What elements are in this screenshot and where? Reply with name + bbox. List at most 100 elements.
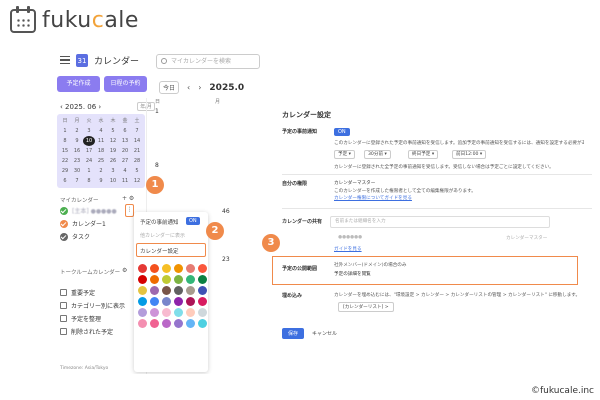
search-input[interactable]: マイカレンダーを検索 xyxy=(156,54,260,69)
mini-cal-day[interactable]: 12 xyxy=(131,176,143,186)
color-swatch[interactable] xyxy=(186,297,195,306)
mini-cal-day[interactable]: 19 xyxy=(107,146,119,156)
color-swatch[interactable] xyxy=(138,275,147,284)
checkbox-icon[interactable] xyxy=(60,219,68,228)
mini-cal-day[interactable]: 27 xyxy=(119,156,131,166)
popup-hidden-option[interactable]: 他カレンダーに表示 xyxy=(140,232,185,239)
color-swatch[interactable] xyxy=(174,319,183,328)
color-swatch[interactable] xyxy=(186,264,195,273)
color-swatch[interactable] xyxy=(162,264,171,273)
mini-cal-day[interactable]: 17 xyxy=(83,146,95,156)
visibility-scope[interactable]: 社外メンバー(ドメイン)の場合のみ xyxy=(334,262,407,268)
notify-time-select[interactable]: 30分前 ▾ xyxy=(364,150,391,159)
color-swatch[interactable] xyxy=(150,275,159,284)
color-swatch[interactable] xyxy=(150,264,159,273)
color-swatch[interactable] xyxy=(150,319,159,328)
mini-cal-day[interactable]: 5 xyxy=(107,126,119,136)
mini-cal-day[interactable]: 3 xyxy=(83,126,95,136)
mini-cal-day[interactable]: 10 xyxy=(83,136,95,146)
popup-notify-on-badge[interactable]: ON xyxy=(186,217,200,225)
mini-cal-day[interactable]: 26 xyxy=(107,156,119,166)
sidebar-bottom-item[interactable]: 削除された予定 xyxy=(60,327,113,336)
color-swatch[interactable] xyxy=(138,308,147,317)
mini-cal-day[interactable]: 23 xyxy=(71,156,83,166)
next-arrow-icon[interactable]: › xyxy=(198,83,201,92)
notify-type-select[interactable]: 予定 ▾ xyxy=(334,150,355,159)
color-swatch[interactable] xyxy=(198,264,207,273)
mini-cal-day[interactable]: 7 xyxy=(71,176,83,186)
permission-guide-link[interactable]: カレンダー権限についてガイドを見る xyxy=(334,195,412,201)
allday-time-select[interactable]: 前日12:00 ▾ xyxy=(452,150,487,159)
popup-settings-option[interactable]: カレンダー設定 xyxy=(140,247,179,255)
mini-cal-day[interactable]: 2 xyxy=(71,126,83,136)
color-swatch[interactable] xyxy=(186,275,195,284)
color-swatch[interactable] xyxy=(162,286,171,295)
mini-cal-day[interactable]: 9 xyxy=(71,136,83,146)
mini-cal-day[interactable]: 9 xyxy=(95,176,107,186)
color-swatch[interactable] xyxy=(174,308,183,317)
mini-cal-day[interactable]: 6 xyxy=(59,176,71,186)
checkbox-icon[interactable] xyxy=(60,232,68,241)
mini-cal-day[interactable]: 8 xyxy=(59,136,71,146)
mini-cal-day[interactable]: 11 xyxy=(95,136,107,146)
calendar-list-item[interactable]: カレンダー1 xyxy=(60,219,106,228)
my-calendars-tools[interactable]: + ⚙ xyxy=(122,195,134,202)
mini-cal-day[interactable]: 28 xyxy=(131,156,143,166)
schedule-appointment-button[interactable]: 日程の予約 xyxy=(104,76,147,92)
create-event-button[interactable]: 予定作成 xyxy=(57,76,100,92)
color-swatch[interactable] xyxy=(186,286,195,295)
color-swatch[interactable] xyxy=(174,275,183,284)
color-swatch[interactable] xyxy=(150,286,159,295)
mini-cal-day[interactable]: 3 xyxy=(107,166,119,176)
mini-cal-day[interactable]: 7 xyxy=(131,126,143,136)
mini-cal-day[interactable]: 6 xyxy=(119,126,131,136)
color-swatch[interactable] xyxy=(138,264,147,273)
prev-arrow-icon[interactable]: ‹ xyxy=(187,83,190,92)
color-swatch[interactable] xyxy=(186,319,195,328)
mini-cal-day[interactable]: 5 xyxy=(131,166,143,176)
color-swatch[interactable] xyxy=(162,297,171,306)
mini-cal-day[interactable]: 24 xyxy=(83,156,95,166)
mini-cal-day[interactable]: 18 xyxy=(95,146,107,156)
share-guide-link[interactable]: ガイドを見る xyxy=(334,246,362,252)
notify-on-toggle[interactable]: ON xyxy=(334,128,350,136)
sidebar-bottom-item[interactable]: 重要予定 xyxy=(60,288,95,297)
color-swatch[interactable] xyxy=(138,286,147,295)
save-button[interactable]: 保存 xyxy=(282,328,305,339)
calendar-list-item[interactable]: [主本] ●●●●● xyxy=(60,206,117,215)
popup-notify-option[interactable]: 予定の事前通知 xyxy=(140,218,179,226)
color-swatch[interactable] xyxy=(198,297,207,306)
mini-cal-day[interactable]: 29 xyxy=(59,166,71,176)
menu-icon[interactable] xyxy=(60,56,70,64)
color-swatch[interactable] xyxy=(174,264,183,273)
today-button[interactable]: 今日 xyxy=(159,81,180,94)
talkroom-calendars-tools[interactable]: ⚙ xyxy=(122,267,127,274)
mini-cal-day[interactable]: 22 xyxy=(59,156,71,166)
color-swatch[interactable] xyxy=(162,275,171,284)
color-swatch[interactable] xyxy=(186,308,195,317)
mini-cal-day[interactable]: 30 xyxy=(71,166,83,176)
mini-cal-day[interactable]: 16 xyxy=(71,146,83,156)
color-swatch[interactable] xyxy=(198,308,207,317)
mini-cal-day[interactable]: 12 xyxy=(107,136,119,146)
color-swatch[interactable] xyxy=(198,275,207,284)
sidebar-bottom-item[interactable]: 予定を整理 xyxy=(60,314,101,323)
checkbox-icon[interactable] xyxy=(60,206,68,215)
sidebar-bottom-item[interactable]: カテゴリー別に表示 xyxy=(60,301,125,310)
color-swatch[interactable] xyxy=(174,286,183,295)
mini-cal-day[interactable]: 14 xyxy=(131,136,143,146)
mini-cal-day[interactable]: 4 xyxy=(95,126,107,136)
mini-cal-day[interactable]: 2 xyxy=(95,166,107,176)
share-input[interactable]: 名前または組織名を入力 xyxy=(330,216,550,228)
color-swatch[interactable] xyxy=(162,308,171,317)
color-swatch[interactable] xyxy=(162,319,171,328)
color-swatch[interactable] xyxy=(138,319,147,328)
color-swatch[interactable] xyxy=(138,297,147,306)
visibility-detail[interactable]: 予定の詳細を閲覧 xyxy=(334,271,371,277)
cancel-button[interactable]: キャンセル xyxy=(312,330,337,337)
more-options-button[interactable]: ⋮ xyxy=(125,204,134,217)
mini-cal-day[interactable]: 15 xyxy=(59,146,71,156)
mini-cal-day[interactable]: 11 xyxy=(119,176,131,186)
allday-type-select[interactable]: 終日予定 ▾ xyxy=(408,150,439,159)
mini-cal-day[interactable]: 25 xyxy=(95,156,107,166)
